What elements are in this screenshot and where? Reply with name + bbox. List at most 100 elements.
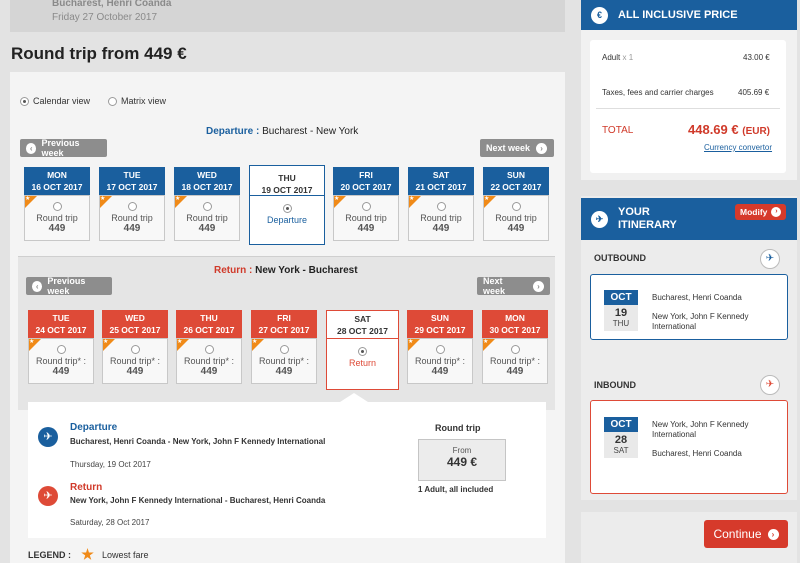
taxes-price: 405.69 € [738, 88, 770, 97]
day-header: WED 25 OCT 2017 [102, 310, 168, 338]
departure-day-2[interactable]: WED 18 OCT 2017 Round trip449 [174, 167, 240, 241]
page-title: Round trip from 449 € [11, 44, 187, 63]
departure-day-1[interactable]: TUE 17 OCT 2017 Round trip449 [99, 167, 165, 241]
lowest-fare-star-icon [177, 338, 189, 351]
chevron-right-icon: › [533, 280, 544, 292]
return-day-3[interactable]: FRI 27 OCT 2017 Round trip* :449 [251, 310, 317, 384]
day-radio[interactable] [130, 345, 140, 354]
price-panel-title: ALL INCLUSIVE PRICE [618, 9, 738, 21]
day-fare-cell[interactable]: Round trip449 [24, 195, 90, 241]
lowest-fare-star-icon [81, 548, 94, 560]
fare-price: 449 [357, 223, 375, 234]
departure-day-5[interactable]: SAT 21 OCT 2017 Round trip449 [408, 167, 474, 241]
return-day-1[interactable]: WED 25 OCT 2017 Round trip* :449 [102, 310, 168, 384]
fare-type: Round trip [111, 213, 153, 223]
lowest-fare-star-icon [484, 195, 496, 208]
day-header: THU 26 OCT 2017 [176, 310, 242, 338]
day-fare-cell[interactable]: Round trip449 [174, 195, 240, 241]
inbound-month: OCT [604, 417, 638, 432]
departure-day-6[interactable]: SUN 22 OCT 2017 Round trip449 [483, 167, 549, 241]
day-of-week: WED [197, 170, 217, 180]
day-fare-cell[interactable]: Round trip449 [333, 195, 399, 241]
day-radio[interactable] [358, 347, 367, 356]
day-radio[interactable] [52, 202, 62, 211]
return-day-0[interactable]: TUE 24 OCT 2017 Round trip* :449 [28, 310, 94, 384]
departure-label: Departure : [206, 126, 260, 137]
fare-price: 449 [48, 223, 66, 234]
return-day-6[interactable]: MON 30 OCT 2017 Round trip* :449 [482, 310, 548, 384]
chevron-right-icon: › [767, 528, 779, 540]
fare-price: 449 [123, 223, 141, 234]
departure-next-week-button[interactable]: Next week › [480, 139, 554, 157]
day-radio[interactable] [202, 202, 212, 211]
day-date: 25 OCT 2017 [109, 325, 161, 335]
matrix-view-toggle[interactable]: Matrix view [108, 96, 166, 106]
day-fare-cell[interactable]: Round trip449 [408, 195, 474, 241]
continue-label: Continue [713, 527, 762, 541]
day-of-week: SAT [354, 314, 371, 324]
takeoff-icon: ✈ [760, 249, 780, 269]
day-fare-cell[interactable]: Round trip* :449 [482, 338, 548, 384]
day-radio[interactable] [435, 345, 445, 354]
departure-previous-week-button[interactable]: ‹ Previous week [20, 138, 107, 158]
summary-return-date: Saturday, 28 Oct 2017 [70, 518, 150, 527]
day-radio[interactable] [204, 345, 214, 354]
return-day-4-selected[interactable]: SAT 28 OCT 2017 Return [326, 310, 399, 390]
day-date: 18 OCT 2017 [181, 182, 233, 192]
day-fare-cell[interactable]: Round trip449 [483, 195, 549, 241]
itinerary-title-line-1: YOUR [618, 206, 650, 218]
matrix-view-radio[interactable] [108, 96, 117, 106]
day-radio[interactable] [282, 204, 292, 213]
day-of-week: SUN [431, 313, 449, 323]
return-next-week-label: Next week [483, 276, 506, 296]
day-radio[interactable] [279, 345, 289, 354]
day-radio[interactable] [510, 345, 520, 354]
landing-icon: ✈ [760, 375, 780, 395]
return-label: Return : [214, 265, 253, 276]
departure-day-0[interactable]: MON 16 OCT 2017 Round trip449 [24, 167, 90, 241]
outbound-label: OUTBOUND [594, 253, 646, 263]
day-header: TUE 17 OCT 2017 [99, 167, 165, 195]
return-previous-week-button[interactable]: ‹ Previous week [26, 276, 112, 296]
day-fare-cell[interactable]: Round trip* :449 [407, 338, 473, 384]
day-radio[interactable] [56, 345, 66, 354]
passenger-note: 1 Adult, all included [418, 485, 494, 494]
return-day-5[interactable]: SUN 29 OCT 2017 Round trip* :449 [407, 310, 473, 384]
day-radio[interactable] [436, 202, 446, 211]
currency-convertor-link[interactable]: Currency convertor [704, 143, 772, 152]
day-radio[interactable] [361, 202, 371, 211]
day-radio[interactable] [511, 202, 521, 211]
calendar-view-toggle[interactable]: Calendar view [20, 96, 90, 106]
day-radio[interactable] [127, 202, 137, 211]
day-date: 27 OCT 2017 [258, 325, 310, 335]
return-route: New York - Bucharest [255, 265, 358, 276]
total-label: TOTAL [602, 125, 634, 136]
departure-route: Bucharest - New York [262, 126, 359, 137]
return-next-week-button[interactable]: Next week › [477, 276, 550, 296]
day-fare-cell[interactable]: Round trip449 [99, 195, 165, 241]
day-header: TUE 24 OCT 2017 [28, 310, 94, 338]
day-fare-cell[interactable]: Round trip* :449 [28, 338, 94, 384]
fare-price: 449 [126, 366, 144, 377]
lowest-fare-star-icon [29, 338, 41, 351]
departure-day-3-selected[interactable]: THU 19 OCT 2017 Departure [249, 165, 325, 245]
day-fare-cell[interactable]: Round trip* :449 [102, 338, 168, 384]
day-fare-cell[interactable]: Departure [249, 195, 325, 245]
fare-price: 449 [506, 366, 524, 377]
day-date: 30 OCT 2017 [489, 325, 541, 335]
day-fare-cell[interactable]: Return [326, 338, 399, 390]
fare-price: 449 [52, 366, 70, 377]
fare-type: Round trip [186, 213, 228, 223]
return-day-2[interactable]: THU 26 OCT 2017 Round trip* :449 [176, 310, 242, 384]
continue-button[interactable]: Continue › [704, 520, 788, 548]
departure-day-4[interactable]: FRI 20 OCT 2017 Round trip449 [333, 167, 399, 241]
calendar-view-radio[interactable] [20, 96, 29, 106]
day-date: 28 OCT 2017 [336, 326, 389, 336]
day-fare-cell[interactable]: Round trip* :449 [251, 338, 317, 384]
summary-return-title: Return [70, 482, 103, 493]
modify-button[interactable]: Modify › [735, 204, 787, 220]
summary-departure-route: Bucharest, Henri Coanda - New York, John… [70, 437, 326, 446]
fare-type: Round trip* : [489, 356, 541, 366]
day-fare-cell[interactable]: Round trip* :449 [176, 338, 242, 384]
itinerary-globe-icon: ✈ [591, 210, 608, 228]
